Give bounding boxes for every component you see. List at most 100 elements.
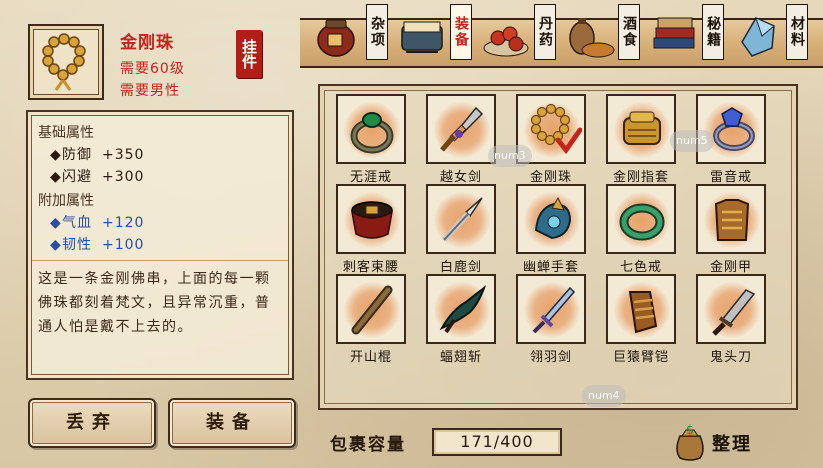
tab-food[interactable]: 酒食 — [560, 4, 640, 64]
tab-materials-label: 材料 — [786, 4, 808, 60]
blue-gauntlet-icon — [534, 196, 572, 240]
pills-icon — [483, 26, 529, 57]
attribute-name: 防御 — [62, 147, 92, 163]
divider — [32, 260, 288, 261]
base-attributes-title: 基础属性 — [38, 125, 94, 141]
sort-button[interactable]: $ 整理 — [666, 420, 766, 464]
tab-pills[interactable]: 丹药 — [476, 4, 556, 64]
equip-button[interactable]: 装备 — [168, 398, 296, 448]
item-description: 这是一条金刚佛串，上面的每一颗佛珠都刻着梵文，且异常沉重，普通人怕是戴不上去的。 — [38, 271, 271, 335]
feather-sword-icon — [532, 286, 576, 334]
svg-text:$: $ — [686, 423, 694, 437]
staff-icon — [351, 285, 393, 335]
slot-label: 翎羽剑 — [529, 350, 572, 365]
extra-attribute-row: ◆气血 +120 — [38, 212, 282, 234]
money-bag-icon: $ — [676, 423, 704, 461]
attribute-value: +120 — [102, 215, 145, 231]
slot-label: 金刚甲 — [709, 260, 752, 275]
slot-label: 无涯戒 — [349, 170, 392, 185]
capacity-label: 包裹容量 — [330, 435, 406, 455]
slot-label: 幽蝉手套 — [522, 260, 579, 275]
hang-slot-badge[interactable]: 挂件 — [236, 30, 262, 78]
tab-equipment-label: 装备 — [450, 4, 472, 60]
inventory-slot[interactable] — [606, 184, 676, 254]
tab-food-label: 酒食 — [618, 4, 640, 60]
base-attribute-row: ◆防御 +350 — [38, 144, 282, 166]
attribute-value: +350 — [102, 147, 145, 163]
inventory-slot[interactable] — [336, 94, 406, 164]
attribute-name: 韧性 — [62, 237, 92, 253]
attribute-name: 闪避 — [62, 169, 92, 185]
discard-button[interactable]: 丢弃 — [28, 398, 156, 448]
wine-food-icon — [569, 18, 615, 58]
slot-label: 金刚指套 — [612, 170, 669, 185]
spear-tip-icon — [441, 197, 483, 243]
diamond-bullet-icon: ◆ — [50, 169, 62, 185]
gender-requirement: 需要男性 — [120, 83, 180, 99]
diamond-bullet-icon: ◆ — [50, 237, 62, 253]
overlay-tag: num5 — [670, 130, 714, 152]
selected-item-frame — [28, 24, 104, 100]
slot-label: 雷音戒 — [709, 170, 752, 185]
inventory-slot[interactable] — [516, 184, 586, 254]
sort-label: 整理 — [712, 434, 752, 455]
slot-label: 七色戒 — [619, 260, 662, 275]
gold-armor-icon — [714, 199, 750, 241]
tab-equipment[interactable]: 装备 — [392, 4, 472, 64]
attribute-panel: 基础属性 ◆防御 +350 ◆闪避 +300 附加属性 ◆气血 +120 ◆韧性 +10… — [26, 110, 294, 380]
level-requirement: 需要60级 — [120, 61, 185, 77]
inventory-slot[interactable] — [696, 94, 766, 164]
diamond-bullet-icon: ◆ — [50, 215, 62, 231]
capacity-value: 171/400 — [432, 428, 562, 456]
diamond-bullet-icon: ◆ — [50, 147, 62, 163]
slot-label: 刺客束腰 — [342, 260, 399, 275]
selected-item-name: 金刚珠 — [120, 33, 174, 53]
attribute-value: +300 — [102, 169, 145, 185]
slot-label: 越女剑 — [439, 170, 482, 185]
gold-finger-guard-icon — [623, 111, 661, 145]
tab-misc-label: 杂项 — [366, 4, 388, 60]
inventory-slot[interactable] — [336, 184, 406, 254]
slot-label: 鬼头刀 — [709, 350, 752, 365]
inventory-slot[interactable] — [426, 184, 496, 254]
broadsword-icon — [712, 289, 756, 336]
arm-guard-icon — [628, 291, 658, 334]
prayer-beads-icon — [42, 33, 86, 91]
slot-label: 巨猿臂铠 — [612, 350, 669, 365]
inventory-slot[interactable] — [606, 274, 676, 344]
tab-manuals-label: 秘籍 — [702, 4, 724, 60]
blue-gem-ring-icon — [713, 107, 755, 151]
slot-label: 蝠翅斩 — [439, 350, 482, 365]
attribute-value: +100 — [102, 237, 145, 253]
inventory-slot[interactable] — [606, 94, 676, 164]
tab-materials[interactable]: 材料 — [728, 4, 808, 64]
tab-misc[interactable]: 杂项 — [308, 4, 388, 64]
bat-blade-icon — [439, 285, 487, 334]
crystal-icon — [741, 17, 775, 57]
inventory-slot[interactable] — [336, 274, 406, 344]
inventory-screen: 金刚珠 需要60级 需要男性 挂件 杂项 装备 丹药 酒食 秘籍 材料 基础属性… — [0, 0, 823, 468]
extra-attribute-row: ◆韧性 +100 — [38, 234, 282, 256]
belt-icon — [350, 201, 394, 239]
dagger-icon — [440, 106, 484, 152]
overlay-tag: num4 — [582, 385, 626, 407]
base-attribute-row: ◆闪避 +300 — [38, 166, 282, 188]
tab-manuals[interactable]: 秘籍 — [644, 4, 724, 64]
jar-icon — [317, 19, 355, 57]
jade-ring-icon — [619, 203, 665, 241]
inventory-slot[interactable] — [426, 94, 496, 164]
tab-pills-label: 丹药 — [534, 4, 556, 60]
inventory-slot[interactable] — [696, 274, 766, 344]
attribute-name: 气血 — [62, 215, 92, 231]
inventory-slot[interactable] — [516, 274, 586, 344]
extra-attributes-title: 附加属性 — [38, 193, 94, 209]
slot-label: 白鹿剑 — [439, 260, 482, 275]
slot-label: 开山棍 — [349, 350, 392, 365]
overlay-tag: num3 — [488, 145, 532, 167]
books-icon — [653, 17, 695, 49]
inventory-slot[interactable] — [426, 274, 496, 344]
inventory-slot[interactable] — [696, 184, 766, 254]
scroll-armor-icon — [401, 21, 443, 53]
green-ring-icon — [350, 112, 394, 154]
slot-label: 金刚珠 — [529, 170, 572, 185]
